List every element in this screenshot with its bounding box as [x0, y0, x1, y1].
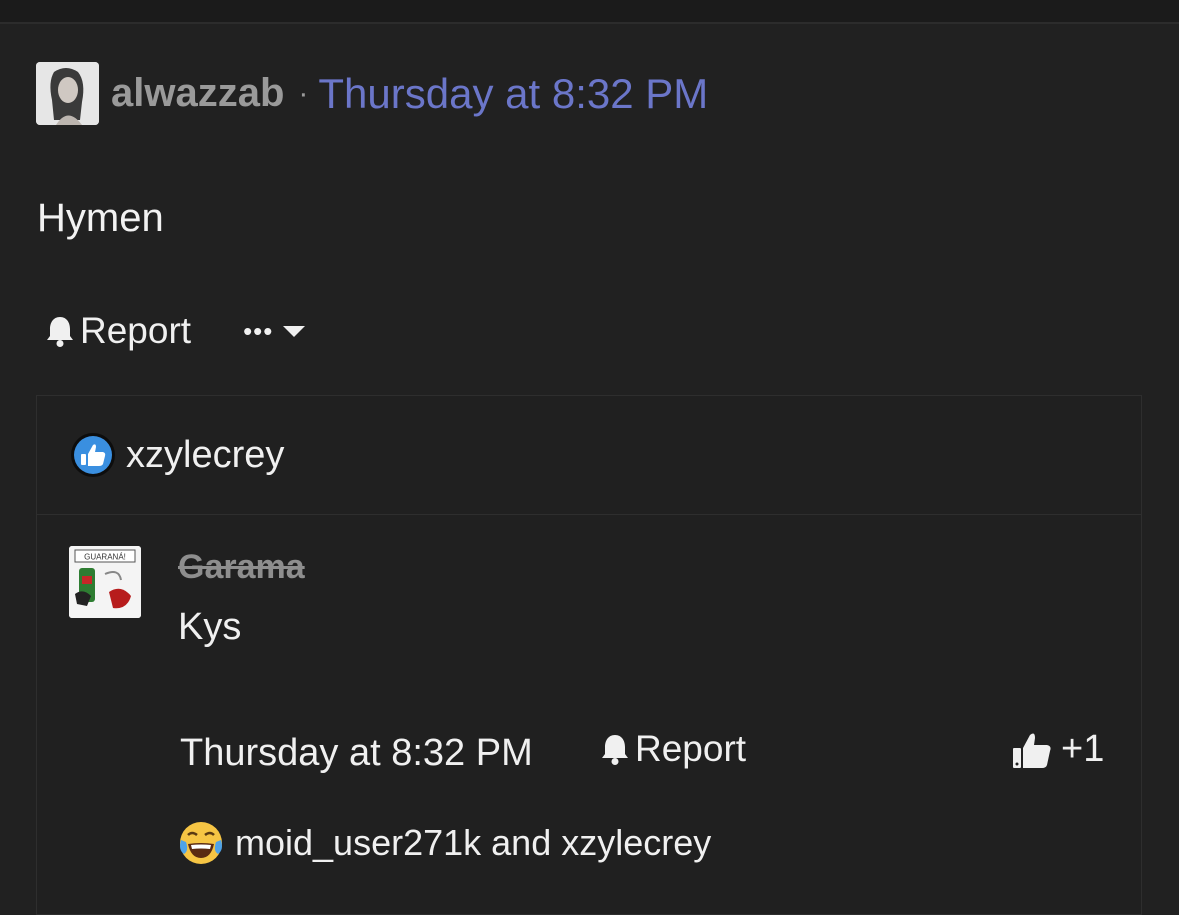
reaction-users[interactable]: xzylecrey: [126, 434, 284, 477]
more-options-button[interactable]: •••: [243, 316, 307, 347]
chevron-down-icon: [283, 326, 306, 337]
separator-dot: ·: [298, 76, 309, 110]
author-avatar[interactable]: [36, 62, 99, 125]
thumbs-up-icon: [1013, 733, 1051, 768]
comment-report-button[interactable]: Report: [599, 728, 746, 770]
post-reactions-row[interactable]: xzylecrey: [37, 396, 1141, 515]
post-author[interactable]: alwazzab: [111, 71, 284, 116]
post-body: Hymen: [37, 196, 164, 240]
comment-author-avatar[interactable]: GUARANÁ!: [69, 546, 141, 618]
comment-reaction-users: moid_user271k and xzylecrey: [235, 822, 712, 863]
top-bar: [0, 0, 1179, 24]
comment-body: Kys: [178, 606, 242, 648]
author-avatar-image: [36, 62, 99, 125]
comment: GUARANÁ! Garama Kys Thursday at 8:32 PM …: [37, 514, 1141, 914]
comment-timestamp[interactable]: Thursday at 8:32 PM: [180, 732, 533, 775]
reactions-and-comments-panel: xzylecrey GUARANÁ! Garama Kys Thursday a…: [36, 395, 1142, 915]
comment-like-button[interactable]: +1: [1011, 728, 1104, 771]
avatar-text: GUARANÁ!: [84, 553, 126, 562]
report-label: Report: [80, 310, 192, 351]
like-count: +1: [1061, 728, 1105, 770]
comment-reactions[interactable]: moid_user271k and xzylecrey: [178, 820, 711, 866]
post-header: alwazzab · Thursday at 8:32 PM: [36, 62, 708, 125]
post-timestamp[interactable]: Thursday at 8:32 PM: [318, 70, 708, 118]
report-button[interactable]: Report: [44, 310, 191, 352]
bell-icon: [602, 735, 628, 765]
like-icon: [71, 433, 115, 477]
post-actions: Report •••: [44, 306, 307, 356]
guarana-avatar-image: GUARANÁ!: [69, 546, 141, 618]
more-dots-icon: •••: [243, 315, 274, 346]
laugh-cry-icon: [180, 822, 222, 864]
bell-icon: [47, 317, 73, 347]
comment-report-label: Report: [635, 728, 747, 769]
comment-author[interactable]: Garama: [178, 548, 305, 587]
